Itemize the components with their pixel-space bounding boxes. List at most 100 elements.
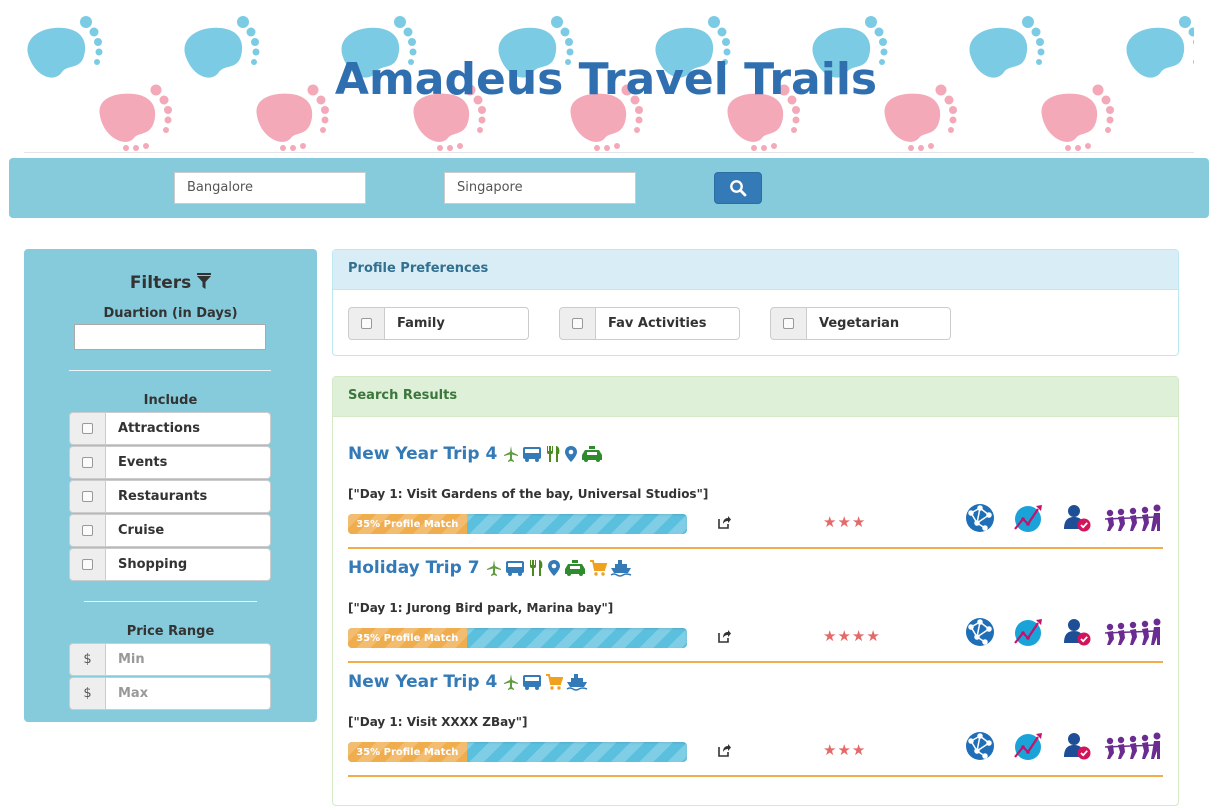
include-option-label: Shopping — [106, 548, 271, 581]
profile-match-label: 35% Profile Match — [348, 514, 467, 534]
include-option-label: Attractions — [106, 412, 271, 445]
map-marker-icon — [565, 446, 578, 462]
pref-label: Vegetarian — [807, 307, 951, 340]
bus-icon — [505, 561, 524, 576]
cruise-checkbox[interactable] — [82, 525, 93, 536]
shopping-cart-icon — [589, 560, 607, 576]
price-max-group: $ Max — [69, 677, 271, 710]
rating-stars: ★★★★ — [823, 627, 881, 645]
shopping-cart-icon — [546, 674, 564, 690]
duration-label: Duartion (in Days) — [103, 306, 238, 321]
destination-input[interactable]: Singapore — [444, 172, 636, 204]
include-option-label: Restaurants — [106, 480, 271, 513]
growth-chart-icon — [1014, 733, 1042, 760]
pref-vegetarian[interactable]: Vegetarian — [770, 307, 951, 340]
include-option-label: Events — [106, 446, 271, 479]
search-button[interactable] — [714, 172, 762, 204]
profile-preferences-heading: Profile Preferences — [333, 250, 1178, 290]
plane-icon — [486, 560, 501, 576]
filter-icon — [197, 273, 212, 289]
team-effort-icon — [1105, 618, 1161, 645]
result-description: ["Day 1: Jurong Bird park, Marina bay"] — [348, 601, 614, 615]
include-option-label: Cruise — [106, 514, 271, 547]
search-icon — [730, 180, 747, 197]
profile-match-bar: 35% Profile Match — [348, 742, 687, 762]
share-icon[interactable] — [718, 515, 732, 529]
profile-match-label: 35% Profile Match — [348, 742, 467, 762]
include-attractions[interactable]: Attractions — [69, 412, 271, 445]
result-title[interactable]: New Year Trip 4 — [348, 672, 588, 692]
cruise-icon — [566, 674, 588, 691]
globe-network-icon — [966, 504, 994, 532]
price-max-input[interactable]: Max — [106, 677, 271, 710]
price-range-label: Price Range — [126, 624, 215, 639]
currency-addon: $ — [69, 677, 106, 710]
cruise-icon — [610, 560, 631, 577]
team-effort-icon — [1105, 732, 1161, 759]
result-title[interactable]: New Year Trip 4 — [348, 444, 603, 464]
include-shopping[interactable]: Shopping — [69, 548, 271, 581]
result-separator — [348, 775, 1163, 777]
share-icon[interactable] — [718, 629, 732, 643]
search-results-panel: Search Results New Year Trip 4 ["Day 1: … — [332, 376, 1179, 806]
result-title[interactable]: Holiday Trip 7 — [348, 558, 632, 578]
filters-panel: Filters Duartion (in Days) Include Attra… — [24, 249, 317, 722]
profile-match-label: 35% Profile Match — [348, 628, 467, 648]
globe-network-icon — [966, 732, 994, 760]
search-results-heading: Search Results — [333, 377, 1178, 417]
rating-stars: ★★★ — [823, 741, 867, 759]
pref-fav-activities[interactable]: Fav Activities — [559, 307, 740, 340]
attractions-checkbox[interactable] — [82, 423, 93, 434]
search-bar: Bangalore Singapore — [9, 158, 1209, 218]
pref-label: Fav Activities — [596, 307, 740, 340]
filters-divider — [69, 370, 271, 371]
fav-activities-checkbox[interactable] — [572, 318, 583, 329]
bus-icon — [523, 675, 542, 690]
growth-chart-icon — [1014, 619, 1042, 646]
origin-input[interactable]: Bangalore — [174, 172, 366, 204]
growth-chart-icon — [1014, 505, 1042, 532]
site-title: Amadeus Travel Trails — [334, 54, 878, 105]
pref-family[interactable]: Family — [348, 307, 529, 340]
result-amenity-icons — [486, 559, 632, 577]
profile-match-bar: 35% Profile Match — [348, 628, 687, 648]
share-icon[interactable] — [718, 743, 732, 757]
restaurants-checkbox[interactable] — [82, 491, 93, 502]
duration-input[interactable] — [74, 324, 266, 350]
team-effort-icon — [1105, 504, 1161, 531]
result-amenity-icons — [503, 445, 603, 463]
result-description: ["Day 1: Visit Gardens of the bay, Unive… — [348, 487, 709, 501]
verified-user-icon — [1064, 619, 1091, 646]
price-min-input[interactable]: Min — [106, 643, 271, 676]
events-checkbox[interactable] — [82, 457, 93, 468]
shopping-checkbox[interactable] — [82, 559, 93, 570]
result-description: ["Day 1: Visit XXXX ZBay"] — [348, 715, 528, 729]
globe-network-icon — [966, 618, 994, 646]
include-events[interactable]: Events — [69, 446, 271, 479]
rating-stars: ★★★ — [823, 513, 867, 531]
banner-divider — [24, 152, 1194, 153]
verified-user-icon — [1064, 505, 1091, 532]
bus-icon — [523, 447, 542, 462]
result-amenity-icons — [503, 673, 588, 691]
result-item[interactable]: Holiday Trip 7 ["Day 1: Jurong Bird park… — [348, 541, 1163, 663]
map-marker-icon — [547, 560, 560, 576]
restaurant-icon — [529, 560, 542, 576]
plane-icon — [504, 674, 519, 690]
include-restaurants[interactable]: Restaurants — [69, 480, 271, 513]
family-checkbox[interactable] — [361, 318, 372, 329]
currency-addon: $ — [69, 643, 106, 676]
pref-label: Family — [385, 307, 529, 340]
taxi-icon — [564, 560, 585, 576]
filters-divider — [84, 601, 257, 602]
vegetarian-checkbox[interactable] — [783, 318, 794, 329]
result-item[interactable]: New Year Trip 4 ["Day 1: Visit Gardens o… — [348, 427, 1163, 549]
include-cruise[interactable]: Cruise — [69, 514, 271, 547]
result-item[interactable]: New Year Trip 4 ["Day 1: Visit XXXX ZBay… — [348, 655, 1163, 777]
filters-title: Filters — [24, 273, 317, 293]
taxi-icon — [582, 446, 603, 462]
price-min-group: $ Min — [69, 643, 271, 676]
profile-preferences-panel: Profile Preferences Family Fav Activitie… — [332, 249, 1179, 356]
profile-match-bar: 35% Profile Match — [348, 514, 687, 534]
verified-user-icon — [1064, 733, 1091, 760]
